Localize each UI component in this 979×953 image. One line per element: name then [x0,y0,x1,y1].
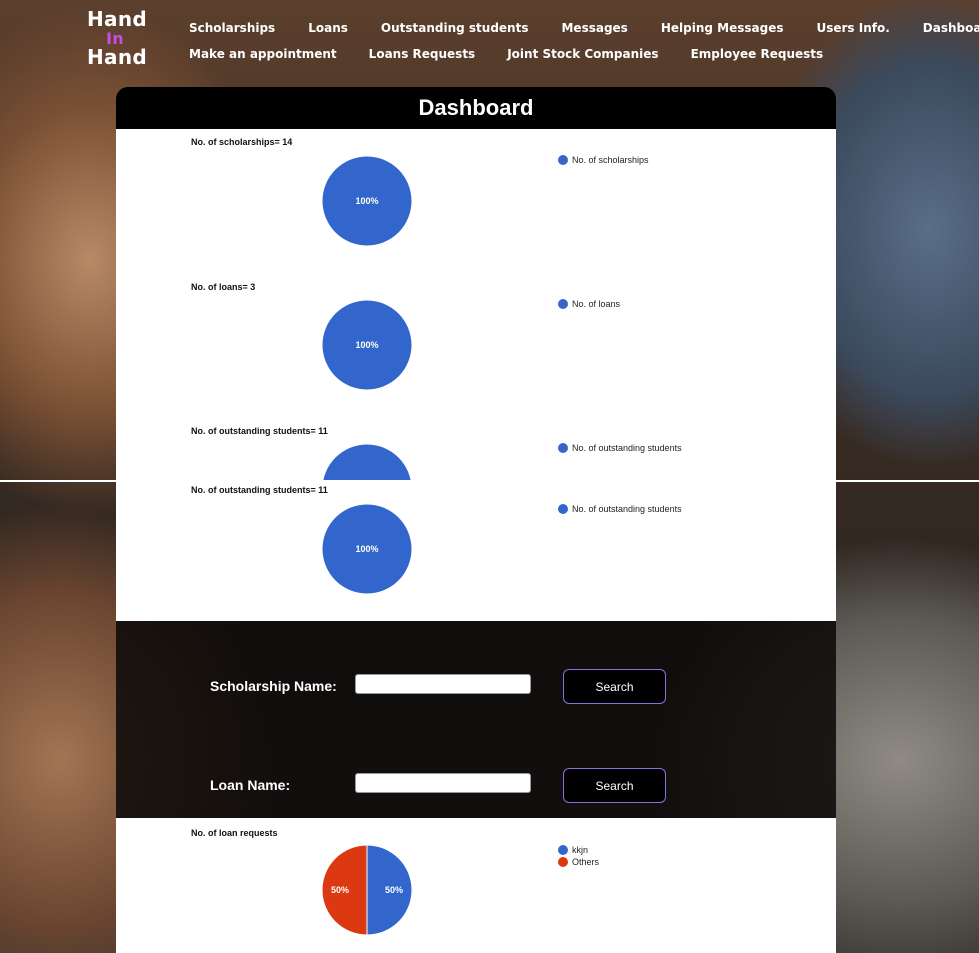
outstanding-pie-partial [323,444,411,480]
nav-link-employee-requests[interactable]: Employee Requests [691,47,824,61]
scholarship-name-input[interactable] [355,674,531,694]
loans-chart-title: No. of loans= 3 [191,282,256,292]
loan-requests-label-kkjn: 50% [385,885,403,895]
nav-link-users-info[interactable]: Users Info. [816,21,889,35]
scroll-seam-divider [0,480,979,482]
loan-requests-pie: 50% 50% [322,845,412,935]
nav-link-dashboard[interactable]: Dashboard [923,21,979,35]
nav-row-primary: Scholarships Loans Outstanding students … [189,21,979,35]
nav-link-loans-requests[interactable]: Loans Requests [369,47,476,61]
outstanding-pie: 100% [322,504,412,594]
legend-label: No. of outstanding students [572,504,682,514]
scholarships-legend: No. of scholarships [558,155,649,165]
legend-dot-red [558,857,568,867]
legend-item: No. of outstanding students [558,504,682,514]
scholarship-name-label: Scholarship Name: [210,678,337,694]
legend-label: No. of outstanding students [572,443,682,453]
scholarship-search-button[interactable]: Search [563,669,666,704]
scholarships-chart-title: No. of scholarships= 14 [191,137,293,147]
outstanding-legend: No. of outstanding students [558,504,682,514]
legend-dot-blue [558,504,568,514]
loan-requests-panel: No. of loan requests 50% 50% kkjn Others [116,818,836,953]
search-panel: Scholarship Name: Search Loan Name: Sear… [116,621,836,818]
loan-requests-legend: kkjn Others [558,845,599,867]
loan-name-label: Loan Name: [210,777,291,793]
top-navbar: Hand In Hand Scholarships Loans Outstand… [0,0,979,88]
nav-link-outstanding-students[interactable]: Outstanding students [381,21,529,35]
legend-item: No. of outstanding students [558,443,682,453]
nav-link-messages[interactable]: Messages [561,21,627,35]
legend-item: No. of loans [558,299,620,309]
legend-item-others: Others [558,857,599,867]
nav-link-scholarships[interactable]: Scholarships [189,21,275,35]
nav-link-make-appointment[interactable]: Make an appointment [189,47,337,61]
outstanding-pie-label: 100% [355,544,378,554]
brand-line1: Hand [87,7,147,31]
legend-label: Others [572,857,600,867]
outstanding-chart-title-partial: No. of outstanding students= 11 [191,426,328,436]
loans-pie: 100% [322,300,412,390]
scholarships-pie-label: 100% [355,196,378,206]
loan-name-input[interactable] [355,773,531,793]
legend-label: No. of scholarships [572,155,649,165]
legend-label: No. of loans [572,299,621,309]
legend-item-kkjn: kkjn [558,845,599,855]
legend-dot-blue [558,299,568,309]
scholarships-pie: 100% [322,156,412,246]
legend-dot-blue [558,443,568,453]
brand-line3: Hand [87,45,147,69]
legend-item: No. of scholarships [558,155,649,165]
nav-link-helping-messages[interactable]: Helping Messages [661,21,784,35]
loans-pie-label: 100% [355,340,378,350]
dashboard-title: Dashboard [116,87,836,129]
loans-legend: No. of loans [558,299,620,309]
nav-link-joint-stock-companies[interactable]: Joint Stock Companies [507,47,658,61]
outstanding-chart-title: No. of outstanding students= 11 [191,485,328,495]
nav-row-secondary: Make an appointment Loans Requests Joint… [189,47,823,61]
charts-panel-top: No. of scholarships= 14 100% No. of scho… [116,129,836,480]
brand-logo[interactable]: Hand In Hand [87,7,147,69]
loan-requests-label-others: 50% [331,885,349,895]
legend-label: kkjn [572,845,589,855]
charts-panel-middle: No. of outstanding students= 11 100% No.… [116,482,836,621]
legend-dot-blue [558,155,568,165]
legend-dot-blue [558,845,568,855]
outstanding-legend-partial: No. of outstanding students [558,443,682,453]
outstanding-pie-slice [323,444,411,480]
nav-link-loans[interactable]: Loans [308,21,348,35]
loan-requests-chart-title: No. of loan requests [191,828,278,838]
loan-search-button[interactable]: Search [563,768,666,803]
